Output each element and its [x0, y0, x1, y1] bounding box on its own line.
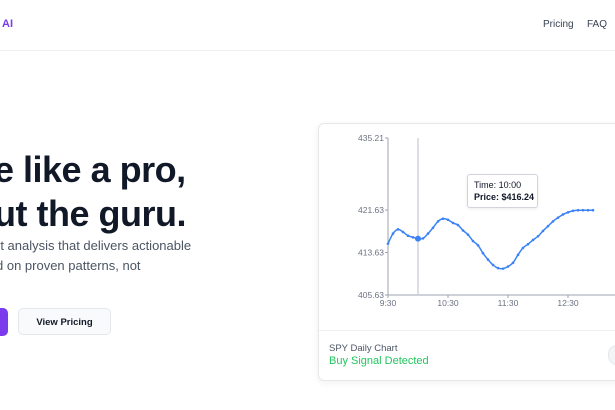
- highlighted-point[interactable]: [415, 235, 421, 242]
- data-point[interactable]: [526, 242, 530, 246]
- data-point[interactable]: [506, 265, 510, 268]
- data-point[interactable]: [461, 229, 465, 232]
- tooltip-price: Price: $416.24: [474, 192, 535, 202]
- data-point[interactable]: [446, 218, 450, 222]
- data-point[interactable]: [386, 242, 390, 245]
- data-point[interactable]: [541, 229, 545, 233]
- data-point[interactable]: [521, 246, 525, 250]
- x-tick-label: 12:30: [557, 298, 579, 308]
- x-tick-label: 11:30: [498, 298, 519, 308]
- data-point[interactable]: [441, 217, 445, 221]
- x-tick-label: 10:30: [437, 298, 459, 308]
- data-point[interactable]: [436, 220, 440, 223]
- data-point[interactable]: [531, 238, 535, 242]
- data-point[interactable]: [591, 208, 595, 212]
- y-axis-ticks: 435.21421.63413.63405.63: [358, 133, 388, 300]
- y-tick-label: 421.63: [358, 205, 384, 215]
- data-point[interactable]: [396, 228, 400, 231]
- data-point[interactable]: [501, 267, 505, 270]
- x-axis-ticks: 9:30 10:30 11:30 12:30: [380, 295, 579, 308]
- y-tick-label: 435.21: [358, 133, 384, 143]
- x-tick-label: 9:30: [380, 298, 397, 308]
- data-point[interactable]: [581, 208, 585, 212]
- data-point[interactable]: [561, 213, 565, 216]
- plot-area: [388, 138, 615, 295]
- chart-tooltip: Time: 10:00 Price: $416.24: [467, 174, 538, 208]
- buy-signal-status: Buy Signal Detected: [329, 355, 429, 367]
- data-point[interactable]: [456, 223, 460, 227]
- data-point[interactable]: [451, 221, 455, 225]
- data-point[interactable]: [546, 224, 550, 228]
- data-point[interactable]: [586, 208, 590, 212]
- card-divider: [319, 330, 615, 331]
- data-point[interactable]: [411, 236, 415, 239]
- card-title: SPY Daily Chart: [329, 343, 398, 354]
- data-point[interactable]: [576, 208, 580, 212]
- data-point[interactable]: [536, 234, 540, 238]
- data-point[interactable]: [566, 211, 570, 214]
- data-point[interactable]: [391, 232, 395, 235]
- data-point[interactable]: [406, 234, 410, 238]
- data-point[interactable]: [486, 258, 490, 261]
- data-point[interactable]: [571, 209, 575, 213]
- data-point[interactable]: [421, 237, 425, 240]
- data-point[interactable]: [481, 251, 485, 255]
- data-point[interactable]: [431, 226, 435, 230]
- y-tick-label: 413.63: [358, 248, 384, 258]
- data-point[interactable]: [516, 253, 520, 257]
- data-point[interactable]: [496, 266, 500, 270]
- data-point[interactable]: [401, 230, 405, 234]
- data-point[interactable]: [511, 261, 515, 265]
- tooltip-time: Time: 10:00: [474, 180, 522, 190]
- data-point[interactable]: [476, 243, 480, 247]
- data-point[interactable]: [466, 233, 470, 236]
- data-point[interactable]: [491, 263, 495, 267]
- data-point[interactable]: [556, 216, 560, 219]
- data-point[interactable]: [426, 232, 430, 235]
- data-point[interactable]: [471, 239, 475, 243]
- data-point[interactable]: [551, 220, 555, 223]
